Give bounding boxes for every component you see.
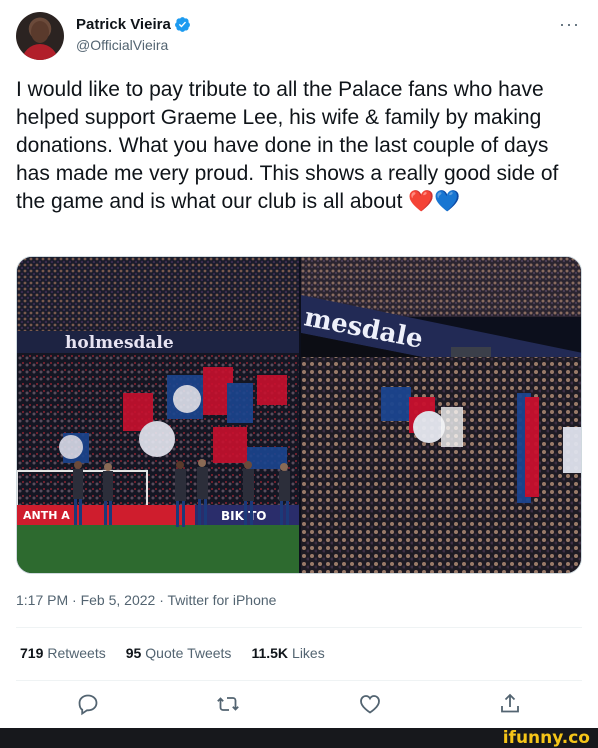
verified-badge-icon [174,17,190,32]
action-bar [0,690,598,720]
display-name[interactable]: Patrick Vieira [76,16,171,33]
tweet-text: I would like to pay tribute to all the P… [16,76,582,216]
reply-icon[interactable] [76,692,100,716]
stat-quote-tweets[interactable]: 95 Quote Tweets [126,645,232,661]
ad-board-right: BIK TO [221,509,266,523]
avatar[interactable] [16,12,64,60]
tweet-header: Patrick Vieira @OfficialVieira ··· [16,12,582,62]
ifunny-watermark: ifunny.co [502,728,590,748]
retweet-icon[interactable] [216,692,240,716]
name-row: Patrick Vieira [76,16,191,33]
blue-heart-icon: 💙 [434,190,461,213]
photo-players-holmesdale[interactable]: holmesdale ANTH A BIK TO [17,257,299,573]
photo-holmesdale-stand[interactable]: mesdale fa [301,257,581,573]
like-icon[interactable] [358,692,382,716]
watermark-bar: ifunny.co [0,728,598,748]
divider-bottom [16,680,582,681]
stat-retweets[interactable]: 719 Retweets [20,645,106,661]
divider-top [16,627,582,628]
handle[interactable]: @OfficialVieira [76,37,168,53]
holmesdale-banner-left: holmesdale [65,333,174,353]
stat-likes[interactable]: 11.5K Likes [251,645,324,661]
tweet-body: I would like to pay tribute to all the P… [16,78,559,213]
share-icon[interactable] [498,692,522,716]
more-options-icon[interactable]: ··· [559,14,580,35]
tweet-timestamp[interactable]: 1:17 PM · Feb 5, 2022 · Twitter for iPho… [16,592,276,608]
media-grid[interactable]: holmesdale ANTH A BIK TO mesdale [16,256,582,574]
engagement-stats: 719 Retweets 95 Quote Tweets 11.5K Likes [20,645,345,661]
ad-board-left: ANTH A [23,509,70,522]
red-heart-icon: ❤️ [408,190,435,213]
